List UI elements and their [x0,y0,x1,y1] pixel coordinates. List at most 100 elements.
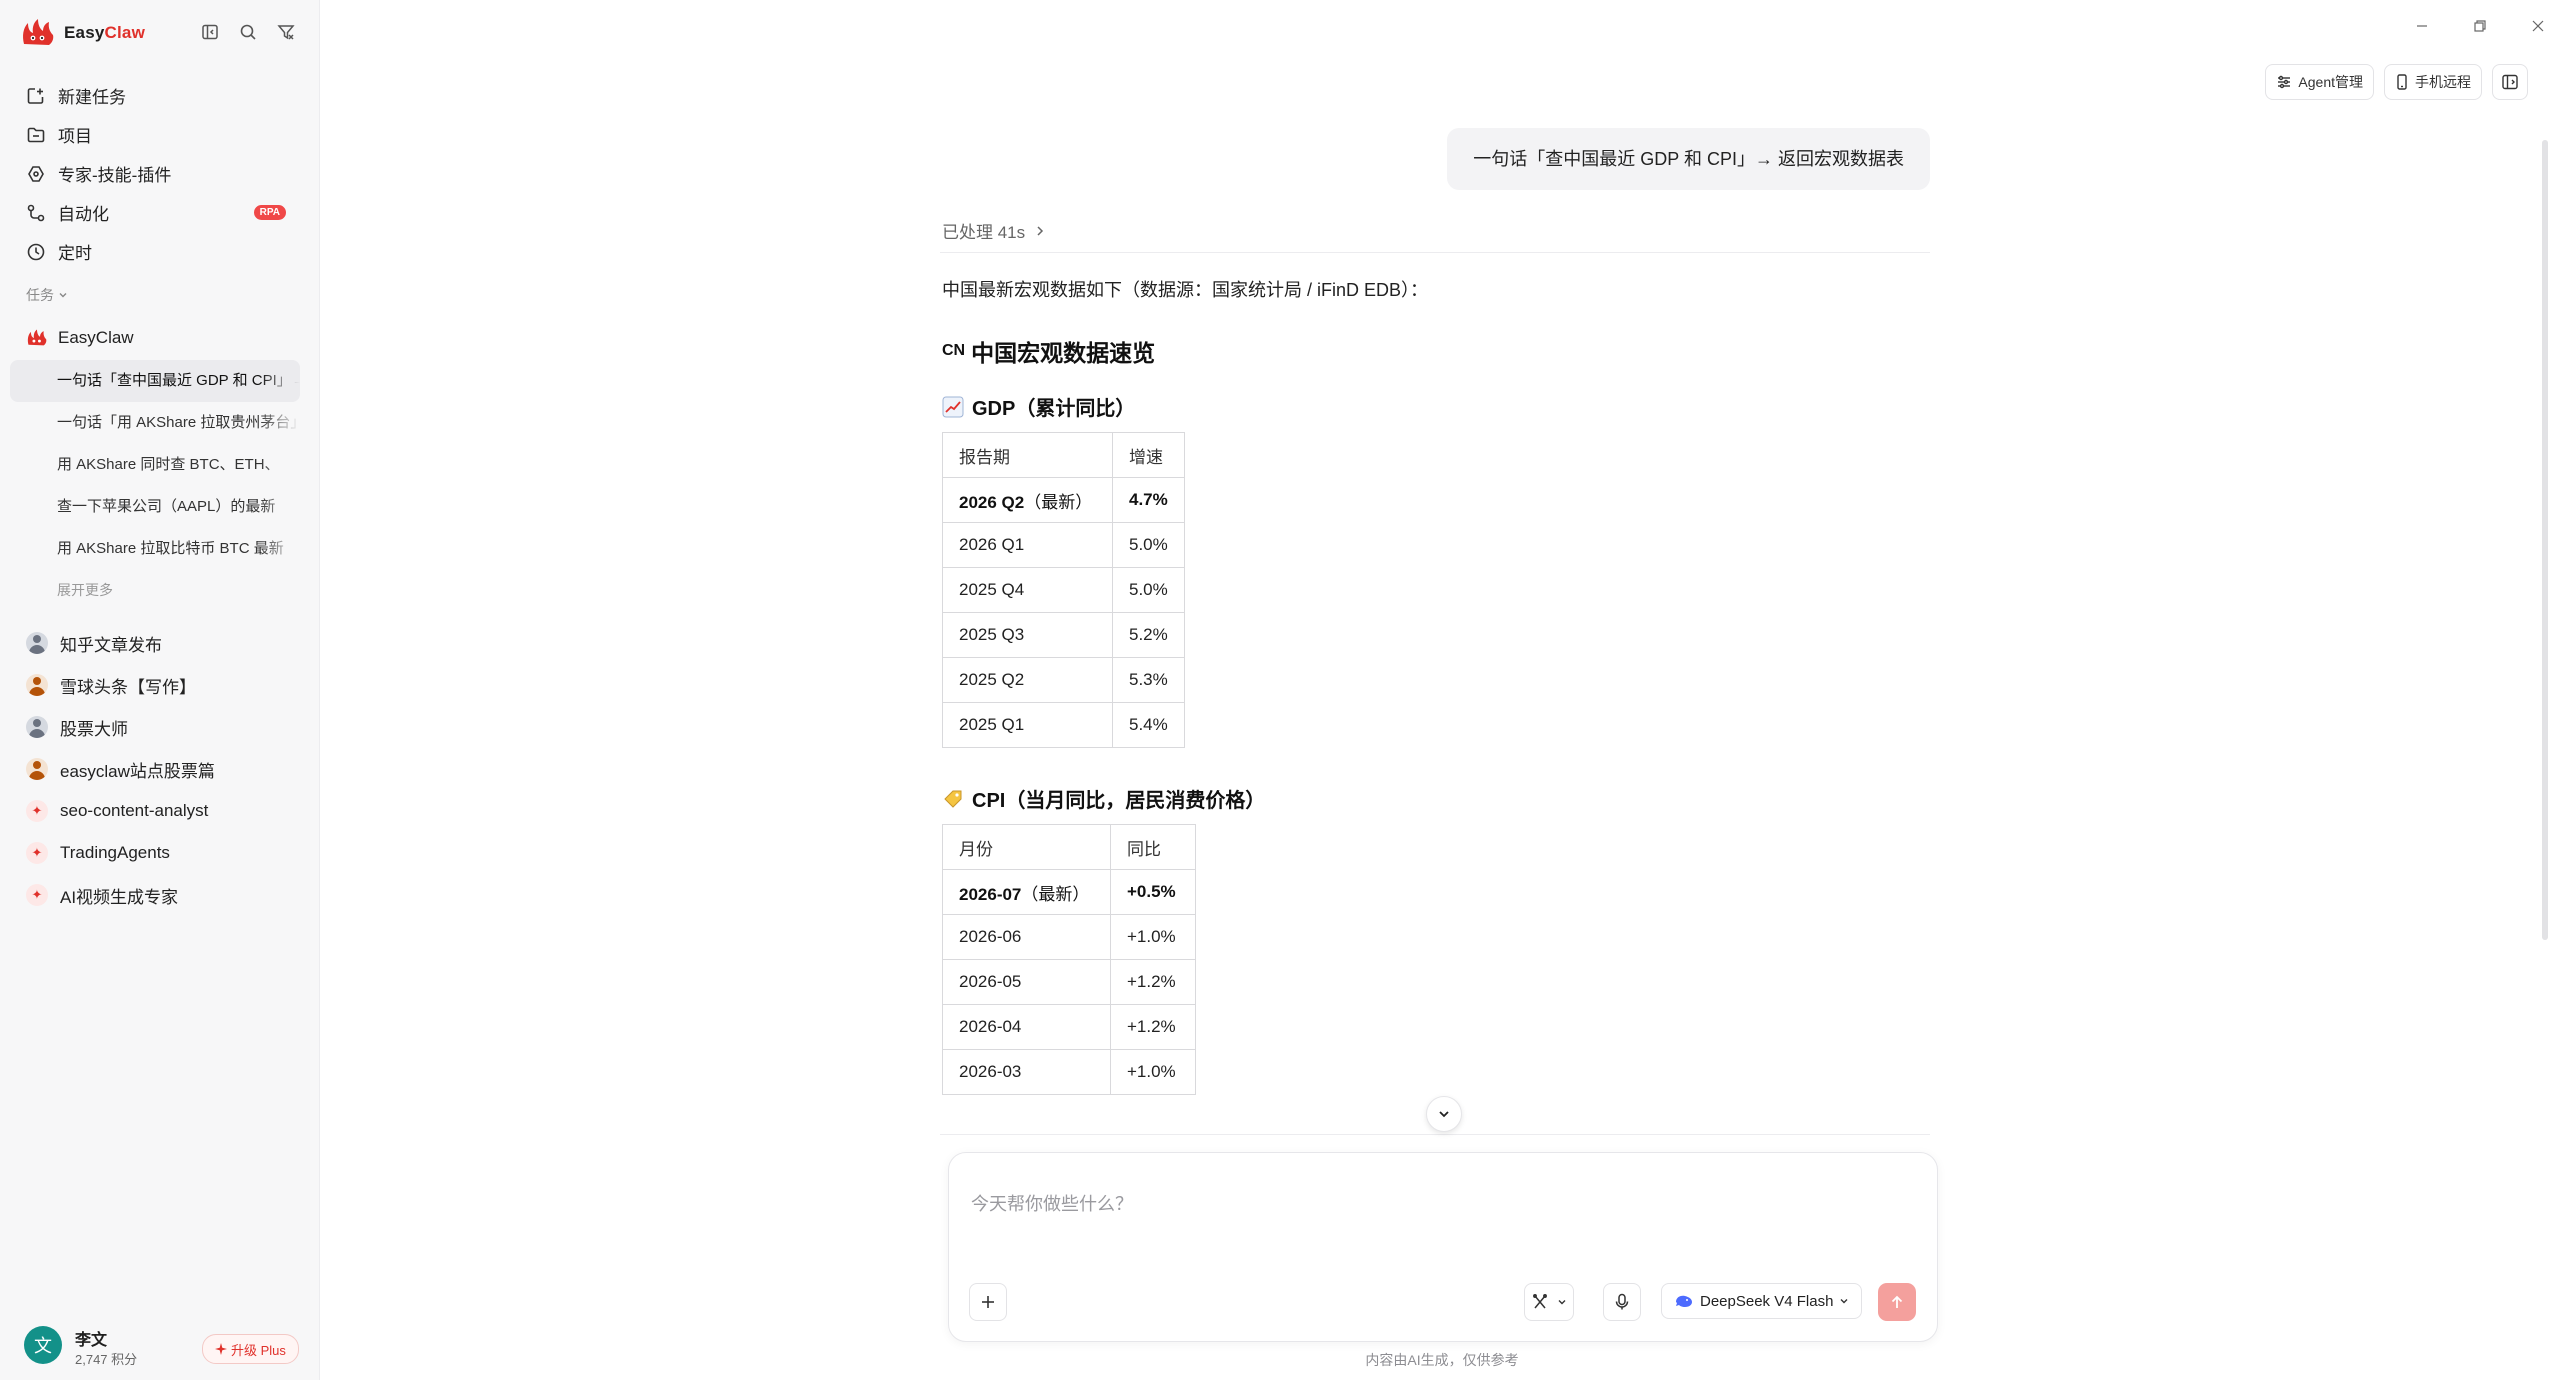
agent-item[interactable]: 知乎文章发布 [10,622,302,664]
cpi-heading: CPI（当月同比，居民消费价格） [942,784,1265,813]
table-cell: +1.2% [1110,959,1196,1005]
table-row: 2025 Q1 5.4% [942,702,1185,748]
claw-avatar-icon: ✦ [26,800,48,822]
nav-label: 新建任务 [58,88,126,107]
agent-label: TradingAgents [60,843,170,862]
agent-item[interactable]: ✦ TradingAgents [10,832,302,874]
upgrade-plus-button[interactable]: 升级 Plus [202,1334,299,1364]
table-row: 2026 Q2（最新） 4.7% [942,477,1185,523]
agent-item[interactable]: 股票大师 [10,706,302,748]
sliders-icon [2278,75,2291,89]
microphone-icon [1615,1293,1629,1310]
nav-projects[interactable]: 项目 [10,115,302,154]
processed-toggle[interactable]: 已处理 41s [942,218,1045,243]
nav-label: 专家-技能-插件 [58,166,172,185]
task-item[interactable]: 用 AKShare 同时查 BTC、ETH、 [10,444,300,486]
message-input[interactable] [969,1173,1913,1235]
agent-label: 知乎文章发布 [60,635,162,655]
top-right-actions: Agent管理 手机远程 [2265,64,2528,100]
add-attachment-button[interactable] [969,1283,1007,1321]
clock-icon [27,243,45,260]
nav-new-task[interactable]: 新建任务 [10,76,302,115]
table-cell: 2026-05 [942,959,1111,1005]
table-cell: 2026-04 [942,1004,1111,1050]
table-row: 2026-07（最新） +0.5% [942,869,1196,915]
table-cell: 2026 Q2（最新） [942,477,1113,523]
user-bar: 文 李文 2,747 积分 升级 Plus [0,1310,320,1380]
table-cell: 2026-07（最新） [942,869,1111,915]
toggle-panel-button[interactable] [2492,64,2528,100]
nav-schedule[interactable]: 定时 [10,232,302,271]
tag-icon [944,790,962,808]
agent-avatar [26,758,48,780]
collapse-sidebar-icon[interactable] [198,20,222,44]
task-item[interactable]: 查一下苹果公司（AAPL）的最新 [10,486,300,528]
scroll-to-bottom-button[interactable] [1426,1096,1462,1132]
agent-item[interactable]: easyclaw站点股票篇 [10,748,302,790]
model-selector[interactable]: DeepSeek V4 Flash [1661,1283,1863,1319]
panel-toggle-icon [2502,74,2518,90]
task-item-active[interactable]: 一句话「查中国最近 GDP 和 CPI」→ 返回宏观数据表 [10,360,300,402]
scrollbar[interactable] [2542,140,2548,940]
minimize-icon[interactable] [2410,14,2434,38]
heading-text: 中国宏观数据速览 [971,340,1156,366]
task-item[interactable]: 一句话「用 AKShare 拉取贵州茅台」 [10,402,300,444]
nav-experts-skills-plugins[interactable]: 专家-技能-插件 [10,154,302,193]
agent-item[interactable]: ✦ seo-content-analyst [10,790,302,832]
table-cell: +1.0% [1110,1049,1196,1095]
send-button[interactable] [1878,1283,1916,1321]
agent-item[interactable]: ✦ AI视频生成专家 [10,874,302,916]
arrow-up-icon [1891,1295,1903,1308]
agent-management-button[interactable]: Agent管理 [2265,64,2374,100]
cpi-title: CPI（当月同比，居民消费价格） [972,790,1266,812]
plus-icon [982,1296,994,1308]
sidebar: EasyClaw 新建任务 项目 专家-技能-插件 自动化 RPA 定时 任务 … [0,0,320,1380]
divider [940,1134,1930,1135]
table-cell: 2025 Q3 [942,612,1113,658]
main-nav: 新建任务 项目 专家-技能-插件 自动化 RPA 定时 [10,76,302,271]
tools-dropdown[interactable] [1524,1283,1574,1321]
nav-label: 项目 [58,127,92,146]
tools-icon [1533,1294,1547,1309]
chart-up-icon [942,396,964,417]
brand[interactable]: EasyClaw [20,16,145,50]
tasks-section-toggle[interactable]: 任务 [26,285,68,305]
agent-label: AI视频生成专家 [60,887,179,907]
gdp-heading: GDP（累计同比） [942,392,1135,421]
task-item[interactable]: 用 AKShare 拉取比特币 BTC 最新 [10,528,300,570]
voice-input-button[interactable] [1603,1283,1641,1321]
divider [940,252,1930,253]
brand-name: EasyClaw [64,23,145,42]
expand-more-link[interactable]: 展开更多 [10,570,300,610]
nav-automation[interactable]: 自动化 RPA [10,193,302,232]
search-icon[interactable] [236,20,260,44]
sidebar-top-icons [198,20,298,44]
agent-avatar [26,632,48,654]
table-cell: 5.0% [1112,567,1185,613]
table-cell: 5.2% [1112,612,1185,658]
chevron-down-icon [1558,1300,1566,1305]
cpi-table: 月份 同比 2026-07（最新） +0.5% 2026-06 +1.0% 20… [942,824,1196,1095]
restore-icon[interactable] [2468,14,2492,38]
table-header-row: 月份 同比 [942,824,1196,870]
avatar[interactable]: 文 [24,1326,62,1364]
model-name: DeepSeek V4 Flash [1700,1292,1834,1310]
phone-remote-button[interactable]: 手机远程 [2384,64,2482,100]
scrollbar-thumb[interactable] [2542,140,2548,940]
table-header-row: 报告期 增速 [942,432,1185,478]
table-header-cell: 月份 [942,824,1111,870]
table-row: 2026 Q1 5.0% [942,522,1185,568]
deepseek-whale-icon [1676,1295,1692,1307]
agent-label: 雪球头条【写作】 [60,677,196,697]
answer-heading: CN 中国宏观数据速览 [942,334,1155,368]
task-list: 一句话「查中国最近 GDP 和 CPI」→ 返回宏观数据表 一句话「用 AKSh… [10,360,300,610]
close-icon[interactable] [2526,14,2550,38]
agent-label: 股票大师 [60,719,128,739]
task-group-easyclaw[interactable]: EasyClaw [26,328,134,348]
sparkle-icon [215,1343,227,1355]
table-cell: 5.0% [1112,522,1185,568]
claw-avatar-icon: ✦ [26,842,48,864]
agent-item[interactable]: 雪球头条【写作】 [10,664,302,706]
filter-icon[interactable] [274,20,298,44]
task-group-title: EasyClaw [58,328,134,347]
